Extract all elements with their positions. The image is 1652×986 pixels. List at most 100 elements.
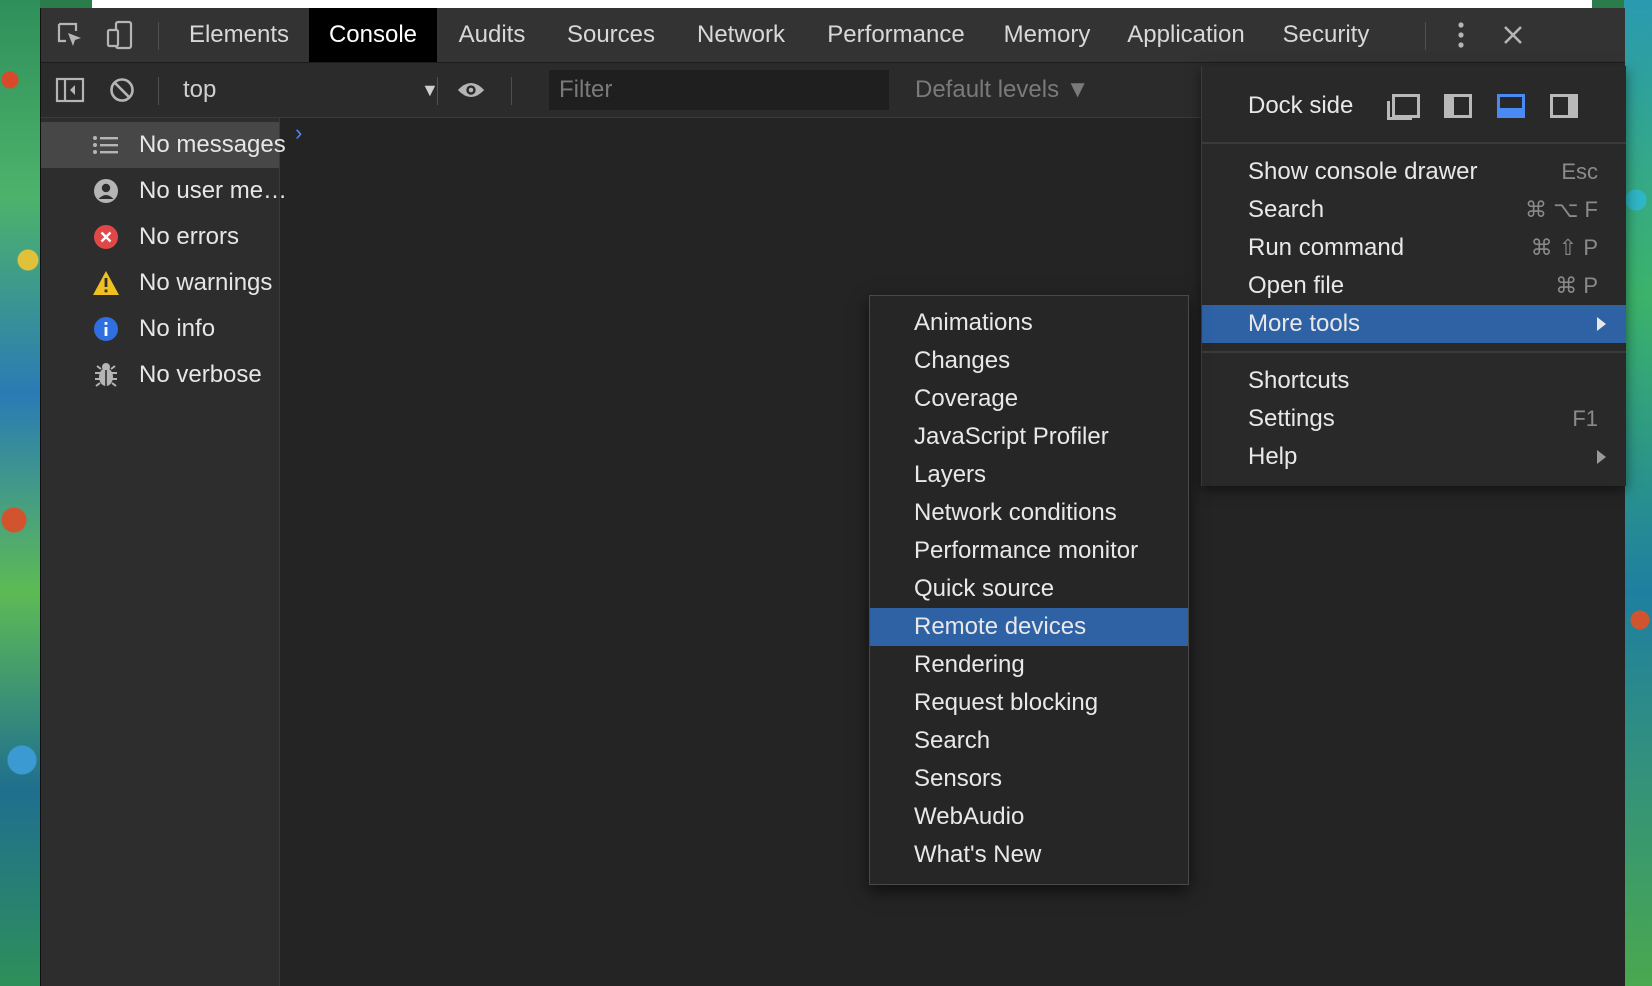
menu-item-label: More tools	[1248, 310, 1361, 337]
devtools-window: Elements Console Audits Sources Network …	[40, 8, 1626, 986]
sidebar-item-verbose[interactable]: No verbose	[41, 352, 279, 398]
device-toolbar-icon[interactable]	[105, 20, 135, 50]
toolbar-separator	[511, 77, 512, 105]
menu-separator	[1202, 142, 1626, 144]
dock-left-icon[interactable]	[1444, 94, 1472, 118]
menu-item-shortcut: ⌘ ⌥ F	[1524, 197, 1598, 222]
filter-input[interactable]	[549, 70, 889, 110]
submenu-item-sensors[interactable]: Sensors	[870, 760, 1188, 798]
submenu-item-label: Network conditions	[914, 499, 1117, 526]
inspect-element-icon[interactable]	[55, 20, 85, 50]
submenu-item-changes[interactable]: Changes	[870, 342, 1188, 380]
submenu-arrow-icon	[1597, 450, 1606, 464]
error-icon	[91, 222, 121, 252]
menu-item-search[interactable]: Search ⌘ ⌥ F	[1202, 191, 1626, 229]
submenu-arrow-icon	[1597, 317, 1606, 331]
toolbar-separator	[158, 77, 159, 105]
user-icon	[91, 176, 121, 206]
submenu-item-animations[interactable]: Animations	[870, 304, 1188, 342]
menu-item-open-file[interactable]: Open file ⌘ P	[1202, 267, 1626, 305]
submenu-item-label: WebAudio	[914, 803, 1025, 830]
submenu-item-label: Changes	[914, 347, 1011, 374]
menu-item-run-command[interactable]: Run command ⌘ ⇧ P	[1202, 229, 1626, 267]
sidebar-item-warnings[interactable]: No warnings	[41, 260, 279, 306]
menu-item-label: Help	[1248, 443, 1298, 470]
submenu-item-performance-monitor[interactable]: Performance monitor	[870, 532, 1188, 570]
sidebar-item-label: No user me…	[139, 177, 288, 204]
submenu-item-label: JavaScript Profiler	[914, 423, 1109, 450]
tab-network[interactable]: Network	[681, 8, 801, 62]
menu-separator	[1202, 351, 1626, 353]
dock-bottom-icon[interactable]	[1497, 94, 1525, 118]
tab-audits[interactable]: Audits	[444, 8, 540, 62]
sidebar-item-label: No errors	[139, 223, 240, 250]
tab-console[interactable]: Console	[309, 8, 437, 62]
info-icon	[91, 314, 121, 344]
sidebar-item-errors[interactable]: No errors	[41, 214, 279, 260]
tab-bar: Elements Console Audits Sources Network …	[41, 8, 1625, 63]
submenu-item-coverage[interactable]: Coverage	[870, 380, 1188, 418]
main-menu: Dock side Show console drawer Esc Search…	[1201, 66, 1626, 486]
menu-item-show-console-drawer[interactable]: Show console drawer Esc	[1202, 153, 1626, 191]
menu-item-shortcut: ⌘ P	[1555, 273, 1598, 298]
menu-item-shortcut: F1	[1572, 406, 1598, 431]
menu-item-shortcut: ⌘ ⇧ P	[1530, 235, 1598, 260]
more-tools-submenu: Animations Changes Coverage JavaScript P…	[869, 295, 1189, 885]
clear-console-icon[interactable]	[107, 75, 137, 105]
submenu-item-label: Quick source	[914, 575, 1055, 602]
submenu-item-label: Remote devices	[914, 613, 1087, 640]
context-selector[interactable]: top	[183, 73, 216, 107]
dock-right-icon[interactable]	[1550, 94, 1578, 118]
submenu-item-request-blocking[interactable]: Request blocking	[870, 684, 1188, 722]
warning-icon	[91, 268, 121, 298]
undock-icon[interactable]	[1387, 94, 1420, 120]
console-sidebar: No messages No user me… No errors No war…	[41, 118, 287, 986]
desktop-wallpaper-right	[1624, 0, 1652, 986]
eye-icon[interactable]	[456, 75, 486, 105]
console-prompt[interactable]: ›	[295, 120, 302, 146]
close-icon[interactable]	[1498, 20, 1528, 50]
submenu-item-quick-source[interactable]: Quick source	[870, 570, 1188, 608]
submenu-item-rendering[interactable]: Rendering	[870, 646, 1188, 684]
tab-memory[interactable]: Memory	[989, 8, 1105, 62]
sidebar-item-messages[interactable]: No messages	[41, 122, 286, 168]
tab-security[interactable]: Security	[1269, 8, 1383, 62]
tab-separator	[1425, 22, 1426, 50]
submenu-item-layers[interactable]: Layers	[870, 456, 1188, 494]
browser-content-edge	[92, 0, 1592, 8]
tab-application[interactable]: Application	[1115, 8, 1257, 62]
submenu-item-label: What's New	[914, 841, 1042, 868]
submenu-item-whats-new[interactable]: What's New	[870, 836, 1188, 874]
submenu-item-label: Search	[914, 727, 991, 754]
sidebar-item-label: No info	[139, 315, 216, 342]
show-sidebar-icon[interactable]	[55, 75, 85, 105]
tab-performance[interactable]: Performance	[811, 8, 981, 62]
sidebar-item-label: No messages	[139, 131, 286, 158]
submenu-item-label: Layers	[914, 461, 987, 488]
submenu-item-remote-devices[interactable]: Remote devices	[870, 608, 1188, 646]
submenu-item-javascript-profiler[interactable]: JavaScript Profiler	[870, 418, 1188, 456]
menu-item-label: Search	[1248, 196, 1325, 223]
more-options-icon[interactable]	[1446, 20, 1476, 50]
desktop-wallpaper-left	[0, 0, 40, 986]
submenu-item-label: Sensors	[914, 765, 1003, 792]
menu-item-shortcuts[interactable]: Shortcuts	[1202, 362, 1626, 400]
tab-elements[interactable]: Elements	[176, 8, 302, 62]
submenu-item-label: Animations	[914, 309, 1033, 336]
menu-item-settings[interactable]: Settings F1	[1202, 400, 1626, 438]
log-levels-dropdown[interactable]: Default levels ▼	[915, 73, 1090, 107]
tab-sources[interactable]: Sources	[553, 8, 669, 62]
submenu-item-search[interactable]: Search	[870, 722, 1188, 760]
submenu-item-network-conditions[interactable]: Network conditions	[870, 494, 1188, 532]
submenu-item-label: Coverage	[914, 385, 1019, 412]
sidebar-item-user-messages[interactable]: No user me…	[41, 168, 287, 214]
toolbar-separator	[437, 77, 438, 105]
menu-item-label: Shortcuts	[1248, 367, 1350, 394]
menu-item-more-tools[interactable]: More tools	[1202, 305, 1626, 343]
menu-item-help[interactable]: Help	[1202, 438, 1626, 476]
tab-separator	[158, 22, 159, 50]
submenu-item-webaudio[interactable]: WebAudio	[870, 798, 1188, 836]
sidebar-item-label: No warnings	[139, 269, 273, 296]
sidebar-item-info[interactable]: No info	[41, 306, 279, 352]
menu-item-label: Show console drawer	[1248, 158, 1478, 185]
